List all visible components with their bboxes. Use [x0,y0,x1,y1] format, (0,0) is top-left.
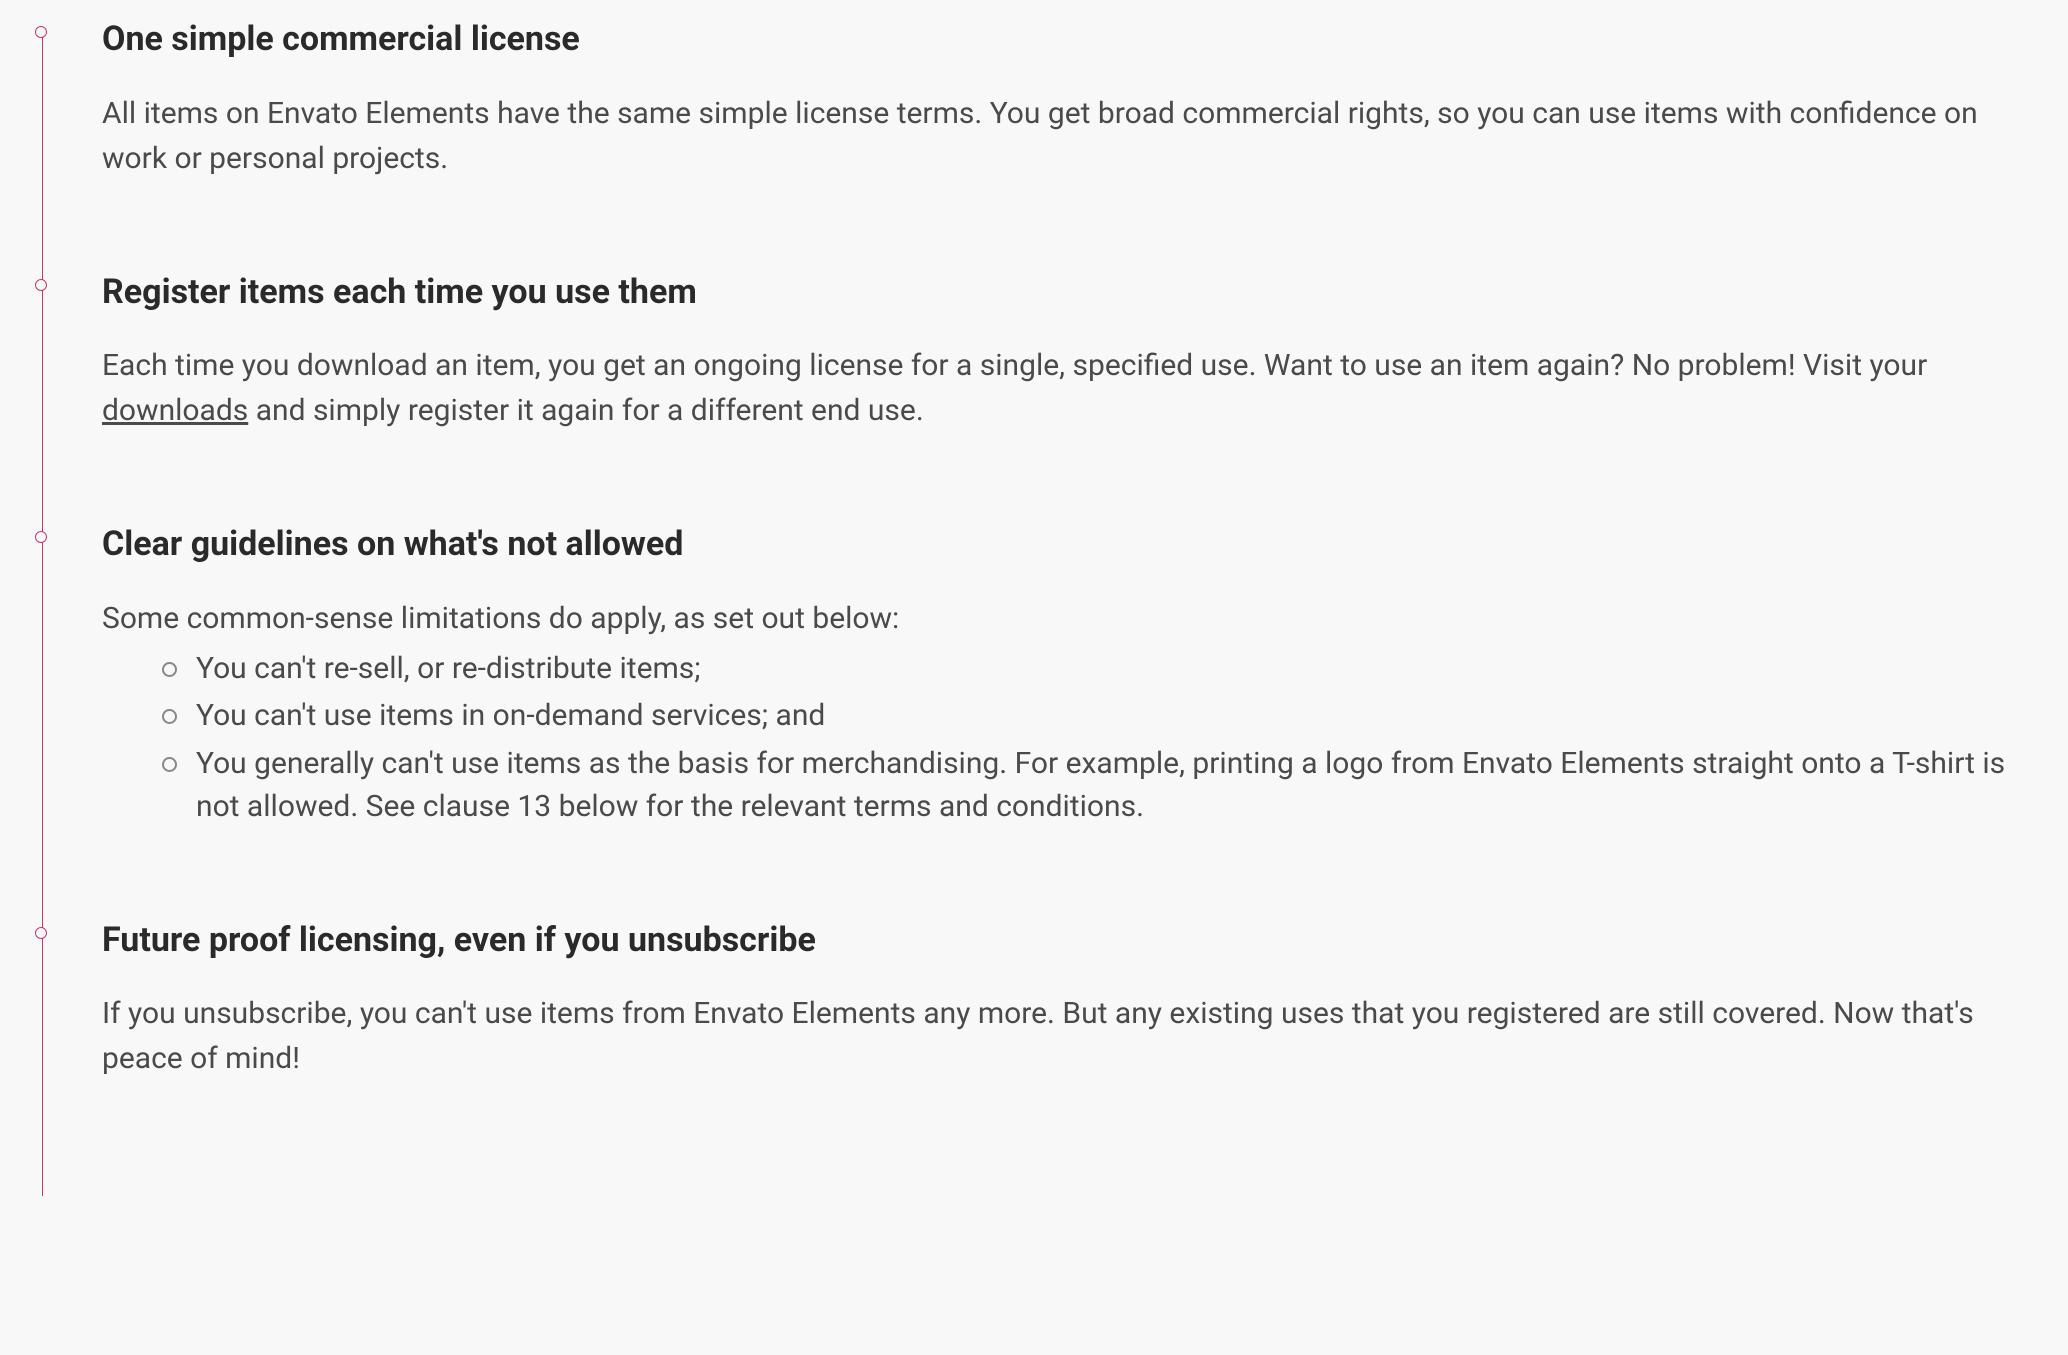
license-timeline: One simple commercial license All items … [30,18,2038,1081]
section-heading: Register items each time you use them [102,271,2038,314]
list-item: You generally can't use items as the bas… [162,742,2038,829]
section-heading: One simple commercial license [102,18,2038,61]
limitations-intro: Some common-sense limitations do apply, … [102,601,899,636]
list-item: You can't use items in on-demand service… [162,694,2038,738]
section-future-proof: Future proof licensing, even if you unsu… [102,919,2038,1082]
timeline-marker-icon [35,26,47,38]
timeline-marker-icon [35,279,47,291]
section-one-simple-license: One simple commercial license All items … [102,18,2038,271]
section-body-text: Each time you download an item, you get … [102,343,2038,433]
section-guidelines-not-allowed: Clear guidelines on what's not allowed S… [102,523,2038,919]
section-body-text: If you unsubscribe, you can't use items … [102,991,2038,1081]
section-body-text: Some common-sense limitations do apply, … [102,596,2038,829]
list-item: You can't re-sell, or re-distribute item… [162,647,2038,691]
timeline-connector-line [42,32,43,1196]
limitations-list: You can't re-sell, or re-distribute item… [102,647,2038,829]
section-heading: Future proof licensing, even if you unsu… [102,919,2038,962]
timeline-marker-icon [35,531,47,543]
section-body-text: All items on Envato Elements have the sa… [102,91,2038,181]
timeline-marker-icon [35,927,47,939]
body-text-before-link: Each time you download an item, you get … [102,348,1927,383]
section-register-items: Register items each time you use them Ea… [102,271,2038,524]
section-heading: Clear guidelines on what's not allowed [102,523,2038,566]
body-text-after-link: and simply register it again for a diffe… [248,393,923,428]
downloads-link[interactable]: downloads [102,393,248,428]
